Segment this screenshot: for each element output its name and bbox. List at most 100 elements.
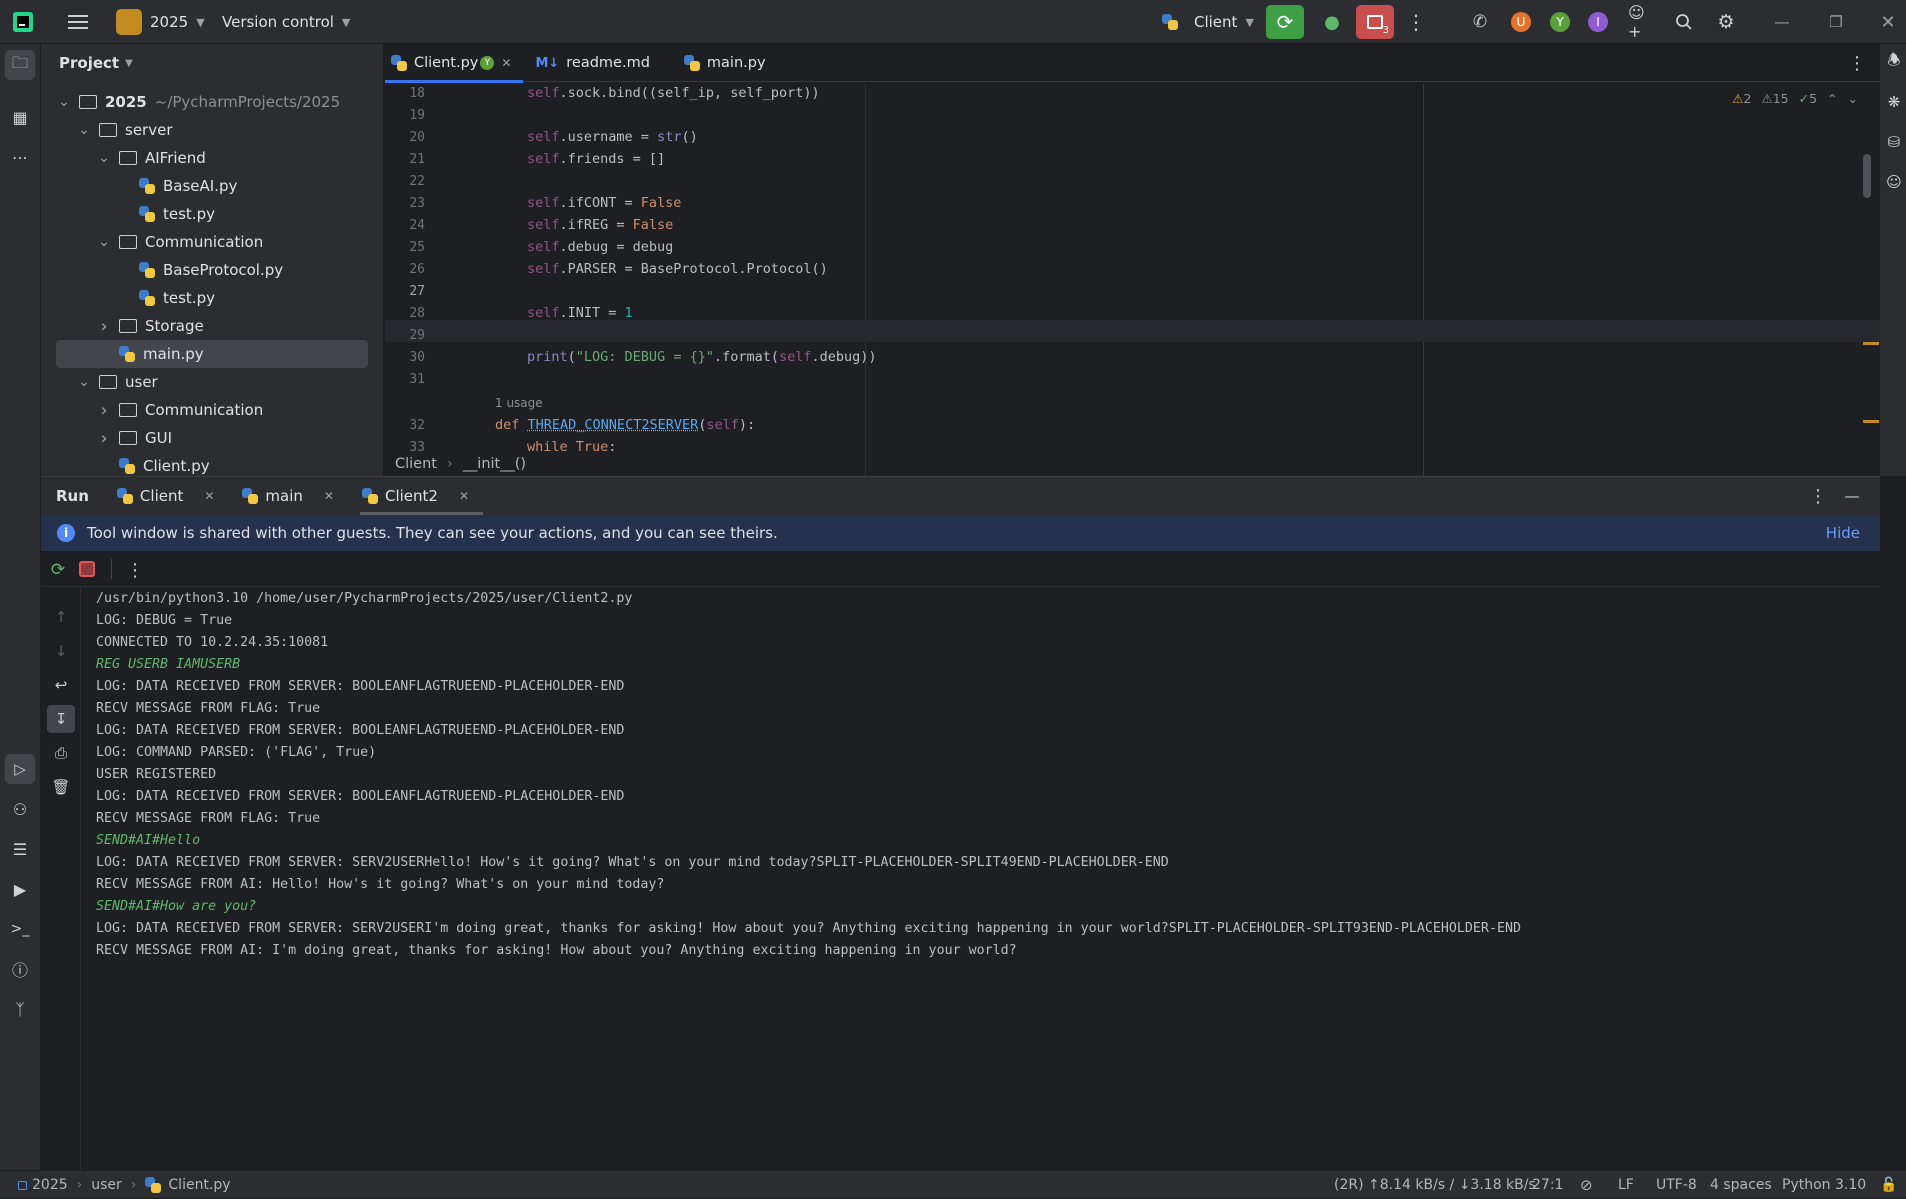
scroll-up-icon[interactable]: ↑ — [49, 605, 73, 629]
scroll-to-end-icon[interactable]: ↧ — [47, 705, 75, 733]
tree-folder[interactable]: ⌄ AIFriend — [41, 144, 376, 172]
minimize-icon[interactable]: — — [1770, 10, 1794, 34]
add-user-icon[interactable]: ☺+ — [1628, 3, 1652, 41]
tree-folder[interactable]: ⌄ user — [41, 368, 376, 396]
run-config-selector[interactable]: Client ▼ — [1162, 0, 1254, 44]
code-area[interactable]: 18 self.sock.bind((self_ip, self_port)) … — [385, 84, 1880, 490]
console-output[interactable]: /usr/bin/python3.10 /home/user/PycharmPr… — [81, 591, 1880, 1151]
structure-tool-icon[interactable]: ▦ — [5, 102, 35, 132]
close-tab-icon[interactable]: ✕ — [501, 56, 511, 70]
hide-link[interactable]: Hide — [1826, 524, 1860, 542]
database-icon[interactable]: ⛁ — [1884, 132, 1904, 152]
notifications-icon[interactable]: 🕭 — [1884, 51, 1904, 72]
project-tool-icon[interactable]: 🗀 — [5, 50, 35, 80]
tree-folder[interactable]: ⌄ Communication — [41, 228, 376, 256]
python-icon — [1162, 14, 1178, 30]
python-icon — [116, 488, 133, 504]
tree-folder[interactable]: ⌄ 2025 ~/PycharmProjects/2025 — [41, 88, 376, 116]
tree-file[interactable]: main.py — [56, 340, 368, 368]
tab-main-py[interactable]: main.py — [662, 44, 778, 82]
code-with-me-status-icon[interactable]: ⊘ — [1580, 1171, 1593, 1199]
tree-file[interactable]: Client.py — [41, 452, 376, 476]
tree-folder[interactable]: › Communication — [41, 396, 376, 424]
scroll-down-icon[interactable]: ↓ — [49, 639, 73, 663]
chevron-down-icon[interactable]: ⌄ — [57, 94, 71, 110]
tab-readme-md[interactable]: M↓ readme.md — [523, 44, 661, 82]
breadcrumb-method[interactable]: __init__() — [463, 456, 526, 472]
code-with-me-icon[interactable]: ☺ — [1884, 172, 1904, 192]
call-icon[interactable]: ✆ — [1468, 10, 1492, 34]
run-options-icon[interactable]: ⋮ — [1808, 485, 1828, 507]
line-separator[interactable]: LF — [1618, 1171, 1634, 1199]
breadcrumb-class[interactable]: Client — [395, 456, 437, 472]
tree-file[interactable]: BaseAI.py — [41, 172, 376, 200]
line-number: 22 — [409, 174, 425, 189]
tab-run-main[interactable]: main ✕ — [228, 477, 348, 515]
ai-assistant-icon[interactable]: ❋ — [1884, 92, 1904, 112]
tab-run-client[interactable]: Client ✕ — [103, 477, 229, 515]
minimize-panel-icon[interactable]: — — [1841, 485, 1863, 507]
tree-file[interactable]: BaseProtocol.py — [41, 256, 376, 284]
search-icon[interactable] — [1672, 10, 1696, 34]
trash-icon[interactable]: 🗑 — [49, 775, 73, 799]
lock-icon[interactable]: 🔓 — [1880, 1171, 1897, 1199]
tree-folder[interactable]: ⌄ server — [41, 116, 376, 144]
avatar-y[interactable]: Y — [1550, 12, 1570, 32]
print-icon[interactable]: ⎙ — [49, 741, 73, 765]
network-stats[interactable]: (2R) ↑8.14 kB/s / ↓3.18 kB/s — [1334, 1171, 1536, 1199]
tree-folder[interactable]: › GUI — [41, 424, 376, 452]
tab-run-client2[interactable]: Client2 ✕ — [348, 477, 484, 515]
chevron-right-icon[interactable]: › — [97, 428, 111, 449]
close-icon[interactable]: ✕ — [1876, 10, 1900, 34]
path-root[interactable]: 2025 — [32, 1177, 68, 1193]
settings-gear-icon[interactable]: ⚙ — [1714, 10, 1738, 34]
path-folder[interactable]: user — [91, 1177, 122, 1193]
vcs-menu[interactable]: Version control ▼ — [222, 0, 350, 44]
stop-button[interactable]: 3 — [1356, 5, 1394, 39]
code-line: def THREAD_CONNECT2SERVER(self): — [495, 417, 756, 433]
stop-icon[interactable] — [79, 561, 95, 577]
tab-client-py[interactable]: Client.py Y ✕ — [385, 44, 524, 83]
close-tab-icon[interactable]: ✕ — [459, 489, 469, 503]
rerun-button[interactable]: ⟳ — [1266, 5, 1304, 39]
path-file[interactable]: Client.py — [168, 1177, 230, 1193]
more-run-actions-icon[interactable]: ⋮ — [125, 558, 145, 582]
tree-file[interactable]: test.py — [41, 284, 376, 312]
usage-hint[interactable]: 1 usage — [495, 396, 543, 410]
avatar-u[interactable]: U — [1511, 12, 1531, 32]
caret-position[interactable]: 27:1 — [1532, 1171, 1563, 1199]
soft-wrap-icon[interactable]: ↩ — [49, 673, 73, 697]
avatar-i[interactable]: I — [1588, 12, 1608, 32]
services-icon[interactable]: ▶ — [5, 874, 35, 904]
chevron-down-icon[interactable]: ⌄ — [97, 150, 111, 166]
close-tab-icon[interactable]: ✕ — [204, 489, 214, 503]
chevron-down-icon[interactable]: ⌄ — [97, 234, 111, 250]
project-switcher[interactable]: 2025 ▼ — [116, 0, 205, 44]
python-console-icon[interactable]: ⚇ — [5, 794, 35, 824]
terminal-icon[interactable]: >_ — [5, 914, 35, 944]
chevron-right-icon[interactable]: › — [97, 400, 111, 421]
chevron-down-icon[interactable]: ⌄ — [77, 122, 91, 138]
file-encoding[interactable]: UTF-8 — [1656, 1171, 1697, 1199]
project-panel-header[interactable]: Project ▼ — [59, 54, 133, 72]
debug-button[interactable]: ● — [1318, 8, 1346, 36]
restore-icon[interactable]: ❐ — [1824, 10, 1848, 34]
pycharm-logo-icon[interactable] — [12, 11, 34, 33]
more-tools-icon[interactable]: ⋯ — [5, 142, 35, 172]
chevron-right-icon[interactable]: › — [97, 316, 111, 337]
git-icon[interactable]: ᛉ — [5, 994, 35, 1024]
problems-icon[interactable]: ⓘ — [5, 954, 35, 984]
tree-file[interactable]: test.py — [41, 200, 376, 228]
rerun-icon[interactable]: ⟳ — [46, 558, 70, 582]
more-actions-icon[interactable]: ⋮ — [1406, 10, 1426, 34]
chevron-down-icon[interactable]: ⌄ — [77, 374, 91, 390]
close-tab-icon[interactable]: ✕ — [324, 489, 334, 503]
python-icon — [119, 458, 135, 474]
python-interpreter[interactable]: Python 3.10 — [1782, 1171, 1866, 1199]
editor-more-icon[interactable]: ⋮ — [1847, 52, 1867, 74]
tree-folder[interactable]: › Storage — [41, 312, 376, 340]
main-menu-icon[interactable] — [66, 10, 90, 34]
indent-setting[interactable]: 4 spaces — [1710, 1171, 1772, 1199]
run-tool-icon[interactable]: ▷ — [5, 754, 35, 784]
layers-icon[interactable]: ☰ — [5, 834, 35, 864]
